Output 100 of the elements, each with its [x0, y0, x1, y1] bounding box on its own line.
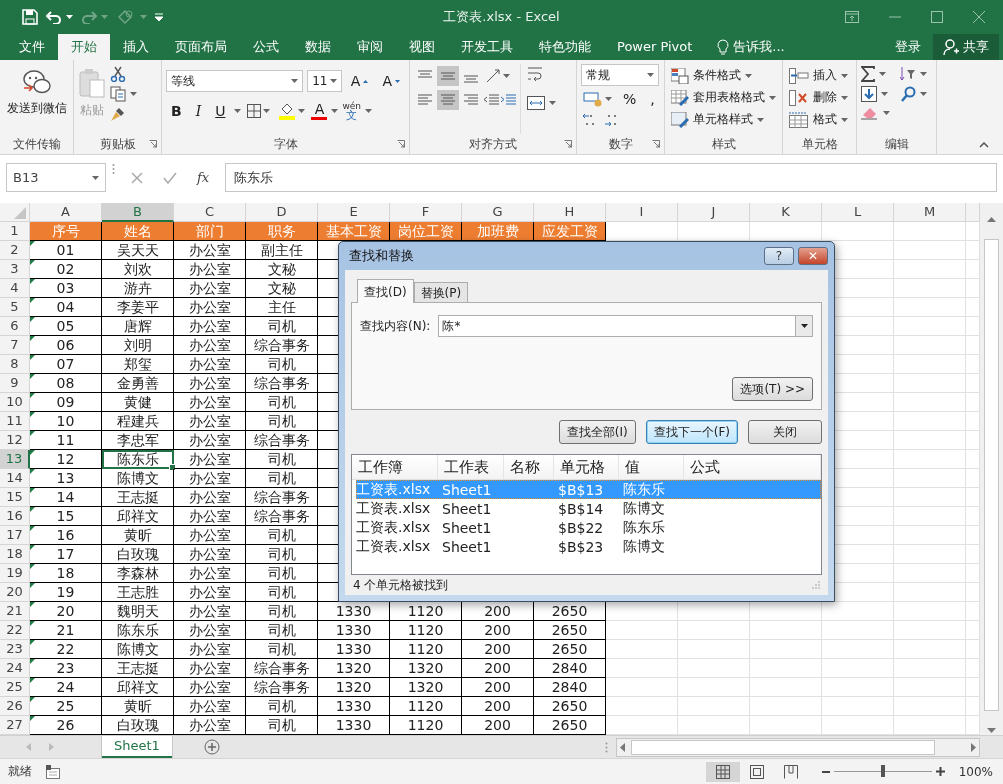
dialog-launcher-icon[interactable]	[397, 140, 405, 148]
ribbon-tab[interactable]: 公式	[240, 34, 292, 60]
ribbon-tab[interactable]: 插入	[110, 34, 162, 60]
percent-button[interactable]: %	[618, 89, 642, 109]
borders-icon[interactable]	[247, 104, 262, 118]
row-header[interactable]: 16	[0, 507, 30, 526]
fill-down-icon[interactable]	[861, 86, 877, 102]
undo-icon[interactable]	[46, 10, 62, 24]
row-header[interactable]: 25	[0, 678, 30, 697]
scroll-down-icon[interactable]	[987, 728, 996, 733]
row-header[interactable]: 22	[0, 621, 30, 640]
result-row[interactable]: 工资表.xlsx Sheet1 $B$22 陈东乐	[352, 518, 821, 537]
ribbon-tab[interactable]: Power Pivot	[604, 34, 706, 60]
column-header[interactable]: J	[678, 203, 750, 222]
orientation-icon[interactable]	[485, 68, 501, 84]
caret-icon[interactable]	[291, 79, 299, 83]
row-header[interactable]: 18	[0, 545, 30, 564]
check-icon[interactable]	[163, 171, 177, 184]
row-header[interactable]: 5	[0, 298, 30, 317]
ribbon-display-icon[interactable]	[845, 11, 859, 23]
scroll-up-icon[interactable]	[987, 217, 996, 222]
column-header[interactable]: L	[822, 203, 894, 222]
row-header[interactable]: 10	[0, 393, 30, 412]
format-cells-icon[interactable]	[789, 111, 809, 128]
delete-cells-icon[interactable]	[789, 89, 809, 106]
macro-record-icon[interactable]	[46, 764, 60, 779]
row-header[interactable]: 4	[0, 279, 30, 298]
zoom-level[interactable]: 100%	[958, 764, 1003, 779]
ribbon-tab[interactable]: 文件	[6, 34, 58, 60]
row-header[interactable]: 27	[0, 716, 30, 735]
font-color-button[interactable]: A	[311, 102, 328, 120]
page-layout-view-icon[interactable]	[749, 764, 764, 779]
caret-icon[interactable]	[329, 79, 337, 83]
dialog-launcher-icon[interactable]	[652, 140, 660, 148]
row-header[interactable]: 26	[0, 697, 30, 716]
list-column-header[interactable]: 工作簿	[352, 455, 438, 479]
send-to-wechat-button[interactable]: 发送到微信	[6, 64, 67, 134]
maximize-icon[interactable]	[931, 11, 943, 23]
ribbon-tab[interactable]: 特色功能	[526, 34, 604, 60]
font-name-dropdown[interactable]: 等线	[166, 70, 304, 92]
row-header[interactable]: 9	[0, 374, 30, 393]
fill-color-icon[interactable]	[278, 102, 297, 120]
result-row[interactable]: 工资表.xlsx Sheet1 $B$23 陈博文	[352, 537, 821, 556]
cells-menu-button[interactable]: 删除	[787, 88, 852, 107]
cell-style-icon[interactable]	[671, 111, 689, 128]
ribbon-tab[interactable]: 开始	[58, 34, 110, 60]
styles-menu-button[interactable]: 套用表格格式	[669, 88, 778, 107]
cells-menu-button[interactable]: 格式	[787, 110, 852, 129]
bold-button[interactable]: B	[166, 101, 187, 121]
row-header[interactable]: 15	[0, 488, 30, 507]
options-button[interactable]: 选项(T) >>	[732, 377, 813, 401]
add-sheet-icon[interactable]	[203, 739, 220, 755]
wrap-text-icon[interactable]	[527, 66, 545, 82]
dialog-button[interactable]: 查找全部(I)	[558, 420, 636, 444]
decrease-indent-icon[interactable]	[483, 93, 499, 107]
customize-icon[interactable]	[155, 13, 163, 21]
dialog-launcher-icon[interactable]	[564, 140, 572, 148]
styles-menu-button[interactable]: 单元格样式	[669, 110, 778, 129]
column-header[interactable]: H	[534, 203, 606, 222]
font-size-dropdown[interactable]: 11	[307, 70, 342, 92]
column-header[interactable]: G	[462, 203, 534, 222]
shrink-font-button[interactable]: A	[377, 71, 405, 91]
row-header[interactable]: 3	[0, 260, 30, 279]
underline-button[interactable]: U	[210, 101, 231, 121]
sheet-tab[interactable]: Sheet1	[102, 736, 172, 758]
caret-icon[interactable]	[800, 324, 808, 328]
column-header[interactable]: C	[174, 203, 246, 222]
formula-input[interactable]: 陈东乐	[225, 163, 997, 192]
dialog-tab[interactable]: 查找(D)	[357, 279, 414, 303]
zoom-slider-thumb[interactable]	[880, 765, 885, 777]
column-header[interactable]: A	[30, 203, 102, 222]
normal-view-icon[interactable]	[715, 764, 730, 779]
row-header[interactable]: 1	[0, 222, 30, 241]
row-header[interactable]: 23	[0, 640, 30, 659]
insert-function-button[interactable]: fx	[197, 170, 210, 185]
column-header[interactable]: D	[246, 203, 318, 222]
lightbulb-icon[interactable]	[717, 39, 730, 55]
phonetic-guide-button[interactable]: wén 文	[342, 101, 362, 121]
row-header[interactable]: 2	[0, 241, 30, 260]
row-header[interactable]: 24	[0, 659, 30, 678]
search-icon[interactable]	[899, 86, 916, 102]
conditional-format-icon[interactable]	[671, 67, 689, 84]
table-format-icon[interactable]	[671, 89, 689, 106]
tell-me-button[interactable]: 告诉我...	[705, 34, 785, 60]
caret-icon[interactable]	[92, 175, 99, 180]
row-header[interactable]: 7	[0, 336, 30, 355]
scrollbar-thumb[interactable]	[984, 239, 999, 711]
row-header[interactable]: 11	[0, 412, 30, 431]
column-header[interactable]: M	[894, 203, 966, 222]
help-button[interactable]: ?	[764, 247, 794, 265]
person-add-icon[interactable]	[943, 39, 959, 55]
copy-icon[interactable]	[110, 86, 126, 102]
column-header[interactable]: E	[318, 203, 390, 222]
number-format-dropdown[interactable]: 常规	[581, 64, 659, 86]
ribbon-tab[interactable]: 审阅	[344, 34, 396, 60]
row-header[interactable]: 14	[0, 469, 30, 488]
format-painter-icon[interactable]	[110, 106, 126, 122]
column-header[interactable]: F	[390, 203, 462, 222]
sum-icon[interactable]	[861, 66, 875, 82]
list-column-header[interactable]: 名称	[504, 455, 554, 479]
